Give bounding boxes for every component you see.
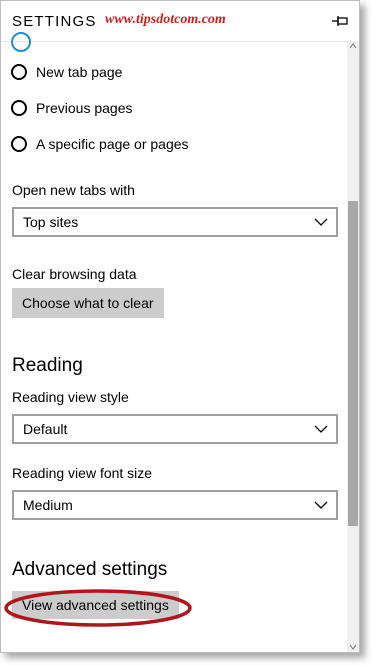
- settings-panel: SETTINGS www.tipsdotcom.com New tab page…: [0, 0, 360, 653]
- pin-icon[interactable]: [331, 13, 349, 29]
- select-value: Top sites: [23, 214, 79, 230]
- clear-browsing-label: Clear browsing data: [12, 266, 137, 282]
- radio-label: New tab page: [36, 64, 123, 80]
- choose-what-to-clear-button[interactable]: Choose what to clear: [12, 288, 164, 318]
- select-value: Medium: [23, 497, 73, 513]
- open-new-tabs-label: Open new tabs with: [12, 182, 135, 198]
- radio-label: A specific page or pages: [36, 136, 189, 152]
- radio-button[interactable]: [11, 136, 27, 152]
- open-new-tabs-select[interactable]: Top sites: [12, 207, 338, 237]
- scroll-up-arrow-icon[interactable]: [349, 43, 357, 49]
- reading-heading: Reading: [12, 355, 83, 376]
- view-advanced-settings-button[interactable]: View advanced settings: [12, 591, 179, 619]
- radio-button[interactable]: [11, 64, 27, 80]
- chevron-down-icon: [314, 501, 328, 509]
- scrollbar-thumb[interactable]: [348, 201, 358, 526]
- radio-option-specific-pages[interactable]: A specific page or pages: [11, 132, 189, 156]
- radio-label: Previous pages: [36, 100, 133, 116]
- panel-title: SETTINGS: [12, 13, 97, 30]
- radio-button[interactable]: [11, 100, 27, 116]
- reading-font-size-label: Reading view font size: [12, 465, 153, 481]
- advanced-settings-heading: Advanced settings: [12, 559, 168, 580]
- select-value: Default: [23, 421, 68, 437]
- radio-option-previous-pages[interactable]: Previous pages: [11, 96, 133, 120]
- chevron-down-icon: [314, 218, 328, 226]
- chevron-down-icon: [314, 425, 328, 433]
- reading-font-size-select[interactable]: Medium: [12, 490, 338, 520]
- watermark-text: www.tipsdotcom.com: [105, 12, 226, 27]
- reading-view-style-label: Reading view style: [12, 389, 129, 405]
- radio-option-new-tab[interactable]: New tab page: [11, 60, 122, 84]
- reading-view-style-select[interactable]: Default: [12, 414, 338, 444]
- radio-selected-partial[interactable]: [11, 32, 31, 52]
- scroll-down-arrow-icon[interactable]: [349, 644, 357, 650]
- panel-header: SETTINGS www.tipsdotcom.com: [1, 1, 359, 42]
